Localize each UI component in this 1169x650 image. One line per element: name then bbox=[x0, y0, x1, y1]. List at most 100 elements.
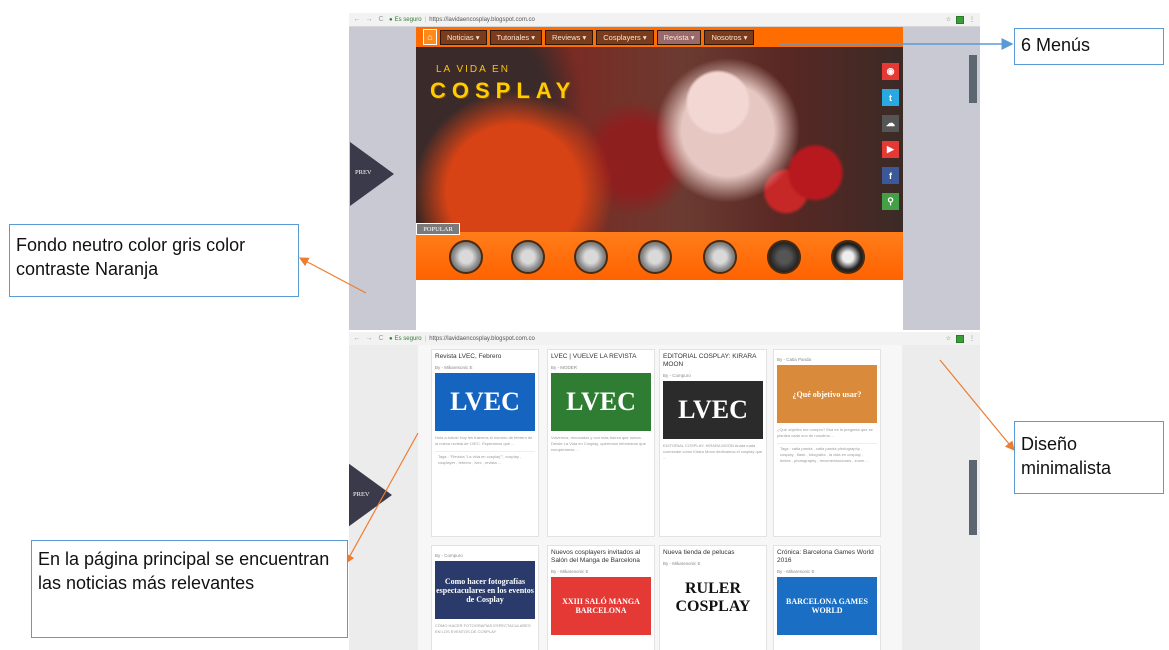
post-author: By - Compuro bbox=[435, 553, 463, 558]
secure-label: Es seguro bbox=[394, 16, 422, 23]
popular-thumb[interactable] bbox=[767, 240, 801, 274]
hero-title: COSPLAY bbox=[430, 78, 577, 103]
popular-label: POPULAR bbox=[416, 223, 460, 235]
soundcloud-icon[interactable]: ☁ bbox=[882, 115, 899, 132]
twitter-icon[interactable]: t bbox=[882, 89, 899, 106]
arrow-left-icon[interactable]: ← bbox=[353, 335, 361, 342]
post-card[interactable]: Nueva tienda de pelucas By - Mikaresonic … bbox=[659, 545, 767, 650]
post-author: By - Mikaresonic E bbox=[663, 561, 701, 566]
reload-icon[interactable]: C bbox=[377, 335, 385, 342]
browser-toolbar-top: ← → C ● Es seguro | https://lavidaencosp… bbox=[349, 13, 980, 27]
post-tags: Tags : "Revista "La vida en cosplay"", c… bbox=[435, 451, 535, 468]
callout-principal: En la página principal se encuentran las… bbox=[31, 540, 348, 638]
scrollbar-thumb[interactable] bbox=[969, 55, 977, 103]
menu-dots-icon[interactable]: ⋮ bbox=[969, 335, 975, 342]
post-author: By - Mikaresonic E bbox=[777, 569, 815, 574]
post-author: By - Compuro bbox=[663, 373, 691, 378]
post-excerpt bbox=[660, 627, 766, 635]
address-bar[interactable]: https://lavidaencosplay.blogspot.com.co bbox=[429, 336, 535, 342]
menu-nosotros[interactable]: Nosotros ▾ bbox=[704, 29, 755, 45]
post-image[interactable]: LVEC bbox=[663, 381, 763, 439]
browser-actions: ☆ ⋮ bbox=[946, 15, 980, 24]
menu-reviews[interactable]: Reviews ▾ bbox=[545, 29, 594, 45]
screenshot-homepage-top: ⌂ Noticias ▾ Tutoriales ▾ Reviews ▾ Cosp… bbox=[349, 27, 980, 330]
browser-nav: ← → C bbox=[349, 335, 385, 342]
post-excerpt bbox=[774, 635, 880, 643]
prev-label: PREV bbox=[353, 491, 370, 498]
menu-revista[interactable]: Revista ▾ bbox=[656, 29, 702, 45]
post-title[interactable]: EDITORIAL COSPLAY: KIRARA MOON bbox=[660, 350, 766, 369]
browser-toolbar-bottom: ← → C ● Es seguro | https://lavidaencosp… bbox=[349, 332, 980, 346]
callout-fondo: Fondo neutro color gris color contraste … bbox=[9, 224, 299, 297]
popular-thumb[interactable] bbox=[638, 240, 672, 274]
post-card[interactable]: Revista LVEC, Febrero By - Mikaresonic E L… bbox=[431, 349, 539, 537]
post-tags: Tags : catia panda , catia panda photogr… bbox=[777, 443, 877, 466]
callout-minimal: Diseño minimalista bbox=[1014, 421, 1164, 494]
post-title[interactable]: Nuevos cosplayers invitados al Salón del… bbox=[548, 546, 654, 565]
facebook-icon[interactable]: f bbox=[882, 167, 899, 184]
post-excerpt: Hola a todos! Hoy les traemos el número … bbox=[435, 435, 533, 446]
post-card[interactable]: LVEC | VUELVE LA REVISTA By - MODER LVEC Vo… bbox=[547, 349, 655, 537]
lock-icon: ● bbox=[389, 16, 393, 23]
post-card[interactable]: Nuevos cosplayers invitados al Salón del… bbox=[547, 545, 655, 650]
post-card[interactable]: By - Catia Panda ¿Qué objetivo usar? ¿Qué … bbox=[773, 349, 881, 537]
popular-thumb[interactable] bbox=[574, 240, 608, 274]
post-card[interactable]: EDITORIAL COSPLAY: KIRARA MOON By - Compu… bbox=[659, 349, 767, 537]
lock-icon: ● bbox=[389, 335, 393, 342]
menu-noticias[interactable]: Noticias ▾ bbox=[440, 29, 487, 45]
post-excerpt: ¿Qué objetivo me compro? Esa es la pregu… bbox=[777, 427, 873, 438]
prev-label: PREV bbox=[355, 169, 372, 176]
browser-nav: ← → C bbox=[349, 16, 385, 23]
star-icon[interactable]: ☆ bbox=[946, 335, 951, 342]
secure-label: Es seguro bbox=[394, 335, 422, 342]
post-image[interactable]: LVEC bbox=[435, 373, 535, 431]
post-title[interactable]: Revista LVEC, Febrero bbox=[432, 350, 538, 361]
arrow-right-icon[interactable]: → bbox=[365, 335, 373, 342]
post-title[interactable]: Crónica: Barcelona Games World 2016 bbox=[774, 546, 880, 565]
post-title[interactable]: LVEC | VUELVE LA REVISTA bbox=[548, 350, 654, 361]
menu-cosplayers[interactable]: Cosplayers ▾ bbox=[596, 29, 654, 45]
scrollbar-thumb[interactable] bbox=[969, 460, 977, 535]
post-excerpt: CÓMO HACER FOTOGRAFÍAS ESPECTACULARES EN… bbox=[435, 623, 531, 634]
post-author: By - Catia Panda bbox=[777, 357, 812, 362]
star-icon[interactable]: ☆ bbox=[946, 16, 951, 23]
menu-tutoriales[interactable]: Tutoriales ▾ bbox=[489, 29, 543, 45]
arrow-right-icon[interactable]: → bbox=[365, 16, 373, 23]
post-card[interactable]: By - Compuro Como hacer fotografías espec… bbox=[431, 545, 539, 650]
popular-thumb[interactable] bbox=[831, 240, 865, 274]
popular-thumb[interactable] bbox=[449, 240, 483, 274]
hero-subtitle: LA VIDA EN bbox=[436, 64, 510, 75]
post-excerpt: EDITORIAL COSPLAY: KIRARA MOON Anata mat… bbox=[663, 443, 763, 460]
post-author: By - MODER bbox=[551, 365, 578, 370]
post-author: By - Mikaresonic E bbox=[551, 569, 589, 574]
reload-icon[interactable]: C bbox=[377, 16, 385, 23]
post-card[interactable]: Crónica: Barcelona Games World 2016 By - … bbox=[773, 545, 881, 650]
home-icon[interactable]: ⌂ bbox=[423, 29, 437, 45]
post-excerpt bbox=[548, 635, 654, 643]
extension-icon[interactable] bbox=[956, 15, 964, 24]
youtube-icon[interactable]: ▶ bbox=[882, 141, 899, 158]
post-image[interactable]: Como hacer fotografías espectaculares en… bbox=[435, 561, 535, 619]
post-image[interactable]: RULER COSPLAY bbox=[663, 569, 763, 627]
callout-menus: 6 Menús bbox=[1014, 28, 1164, 65]
hero-banner: LA VIDA EN COSPLAY bbox=[416, 47, 903, 232]
url-separator: | bbox=[424, 335, 427, 342]
post-image[interactable]: ¿Qué objetivo usar? bbox=[777, 365, 877, 423]
search-icon[interactable]: ⚲ bbox=[882, 193, 899, 210]
post-author: By - Mikaresonic E bbox=[435, 365, 473, 370]
post-image[interactable]: XXIII SALÓ MANGA BARCELONA bbox=[551, 577, 651, 635]
arrow-left-icon[interactable]: ← bbox=[353, 16, 361, 23]
post-title[interactable]: Nueva tienda de pelucas bbox=[660, 546, 766, 557]
post-image[interactable]: LVEC bbox=[551, 373, 651, 431]
popular-thumb[interactable] bbox=[703, 240, 737, 274]
popular-thumb[interactable] bbox=[511, 240, 545, 274]
url-separator: | bbox=[424, 16, 427, 23]
browser-actions: ☆ ⋮ bbox=[946, 334, 980, 343]
menu-dots-icon[interactable]: ⋮ bbox=[969, 16, 975, 23]
post-image[interactable]: BARCELONA GAMES WORLD bbox=[777, 577, 877, 635]
post-excerpt: Volvemos, renovados y con más fuerza que… bbox=[551, 435, 646, 452]
rss-icon[interactable]: ◉ bbox=[882, 63, 899, 80]
extension-icon[interactable] bbox=[956, 334, 964, 343]
main-menu-bar: ⌂ Noticias ▾ Tutoriales ▾ Reviews ▾ Cosp… bbox=[416, 27, 903, 47]
address-bar[interactable]: https://lavidaencosplay.blogspot.com.co bbox=[429, 17, 535, 23]
